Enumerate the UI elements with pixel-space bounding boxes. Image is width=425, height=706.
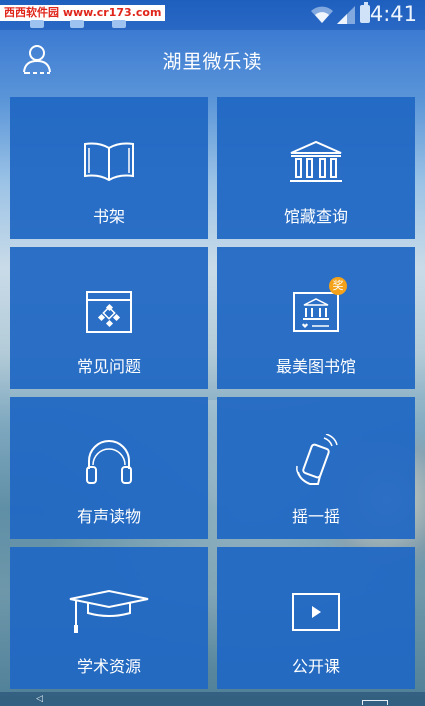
faq-icon: [86, 291, 132, 333]
tile-label: 馆藏查询: [283, 207, 348, 226]
book-icon: [84, 142, 134, 182]
play-video-icon: [292, 593, 340, 631]
tile-open-course[interactable]: 公开课: [217, 547, 415, 689]
page-title: 湖里微乐读: [162, 51, 263, 73]
battery-icon: [360, 2, 370, 23]
tile-bookshelf[interactable]: 书架: [10, 97, 208, 239]
graduation-cap-icon: [69, 589, 149, 633]
tile-label: 摇一摇: [291, 507, 340, 526]
tile-label: 公开课: [291, 657, 340, 676]
tile-academic-resources[interactable]: 学术资源: [10, 547, 208, 689]
status-bar: 西西软件园 www.cr173.com 4:41: [0, 0, 425, 30]
tile-faq[interactable]: 常见问题: [10, 247, 208, 389]
shake-phone-icon: [296, 434, 338, 485]
notification-icon: [70, 20, 84, 28]
tile-label: 书架: [92, 207, 125, 226]
beautiful-library-icon: [293, 292, 339, 332]
header: 湖里微乐读: [0, 30, 425, 90]
tile-catalog-search[interactable]: 馆藏查询: [217, 97, 415, 239]
clock: 4:41: [369, 2, 417, 26]
recent-apps-icon[interactable]: [362, 700, 388, 705]
back-icon[interactable]: ◁: [36, 694, 43, 704]
award-badge: 奖: [329, 277, 347, 295]
tile-beautiful-library[interactable]: 奖 最美图书馆: [217, 247, 415, 389]
wifi-icon: [311, 6, 333, 23]
tile-audiobooks[interactable]: 有声读物: [10, 397, 208, 539]
notification-icon: [112, 20, 126, 28]
library-building-icon: [290, 140, 342, 182]
tile-label: 有声读物: [76, 507, 141, 526]
notification-icon: [30, 20, 44, 28]
headphones-icon: [86, 440, 132, 484]
signal-icon: [337, 6, 355, 24]
tile-label: 常见问题: [76, 357, 141, 376]
tile-label: 最美图书馆: [275, 357, 356, 376]
watermark-text: 西西软件园 www.cr173.com: [0, 5, 166, 21]
tile-label: 学术资源: [76, 657, 141, 676]
tile-shake[interactable]: 摇一摇: [217, 397, 415, 539]
